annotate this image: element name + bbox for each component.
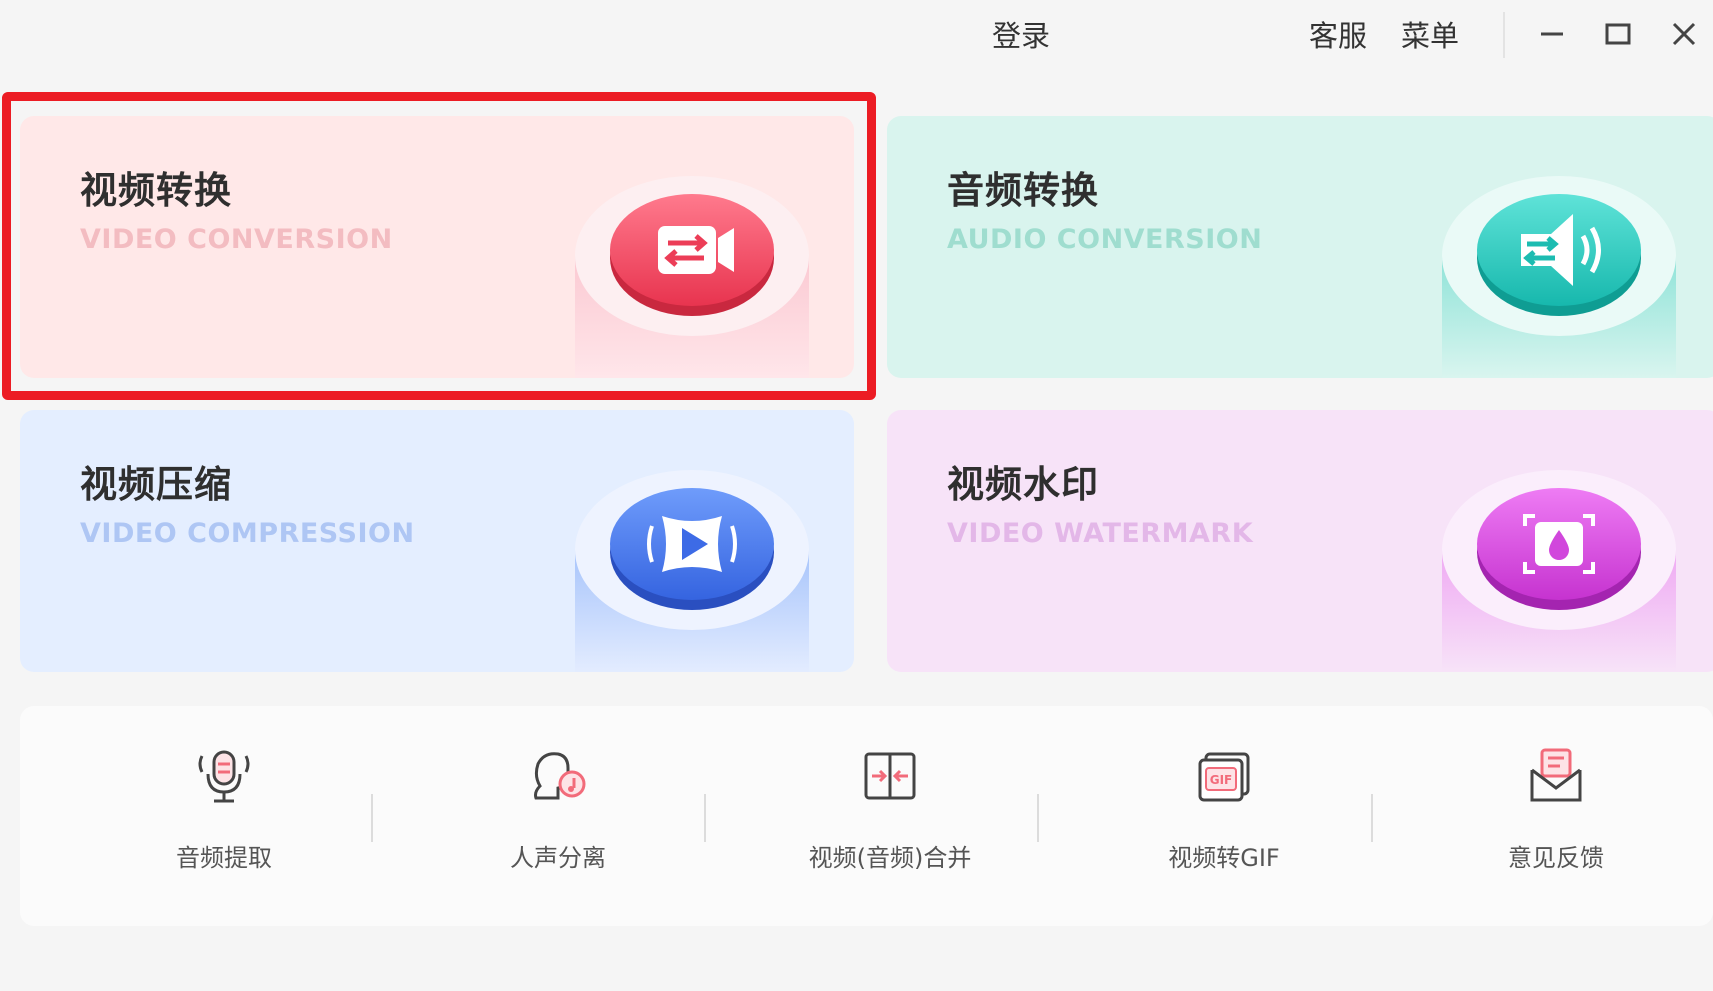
card-title: 视频转换	[80, 169, 232, 212]
video-conversion-card[interactable]: 视频转换 VIDEO CONVERSION	[20, 116, 854, 378]
minimize-button[interactable]	[1528, 14, 1576, 54]
gif-icon: GIF	[1198, 752, 1250, 802]
audio-convert-icon	[1442, 176, 1676, 378]
tool-label: 视频转GIF	[1168, 844, 1280, 872]
video-watermark-icon	[1442, 470, 1676, 672]
card-subtitle: VIDEO COMPRESSION	[80, 518, 415, 549]
tool-label: 音频提取	[176, 844, 272, 872]
tool-video-to-gif[interactable]: GIF 视频转GIF	[1124, 746, 1324, 886]
maximize-button[interactable]	[1594, 14, 1642, 54]
tool-feedback[interactable]: 意见反馈	[1456, 746, 1656, 886]
svg-text:GIF: GIF	[1210, 773, 1233, 787]
tool-separator	[371, 794, 373, 842]
title-bar: 登录 客服 菜单	[0, 0, 1713, 82]
tool-label: 人声分离	[510, 844, 606, 872]
voice-separation-icon	[534, 752, 586, 800]
tool-separator	[1037, 794, 1039, 842]
tool-label: 视频(音频)合并	[808, 844, 972, 872]
tool-separator	[1371, 794, 1373, 842]
tool-voice-separation[interactable]: 人声分离	[458, 746, 658, 886]
close-icon	[1672, 22, 1696, 46]
audio-conversion-card[interactable]: 音频转换 AUDIO CONVERSION	[887, 116, 1713, 378]
tool-label: 意见反馈	[1508, 844, 1604, 872]
card-title: 视频压缩	[80, 463, 232, 506]
card-subtitle: VIDEO WATERMARK	[947, 518, 1254, 549]
video-compress-icon	[575, 470, 809, 672]
tool-audio-extract[interactable]: 音频提取	[124, 746, 324, 886]
tools-panel: 音频提取 人声分离 视频(音频)合并 GIF 视频转GIF 意见反馈	[20, 706, 1713, 926]
card-subtitle: VIDEO CONVERSION	[80, 224, 393, 255]
merge-icon	[864, 752, 916, 800]
close-button[interactable]	[1660, 14, 1708, 54]
maximize-icon	[1605, 23, 1631, 45]
video-watermark-card[interactable]: 视频水印 VIDEO WATERMARK	[887, 410, 1713, 672]
video-compression-card[interactable]: 视频压缩 VIDEO COMPRESSION	[20, 410, 854, 672]
feedback-mail-icon	[1530, 748, 1582, 802]
customer-service-link[interactable]: 客服	[1309, 16, 1367, 56]
title-bar-divider	[1503, 12, 1505, 58]
card-title: 视频水印	[947, 463, 1099, 506]
card-subtitle: AUDIO CONVERSION	[947, 224, 1263, 255]
card-title: 音频转换	[947, 169, 1099, 212]
app-window: 登录 客服 菜单 视频转换 VIDEO CONVERSION 音频转换 AUDI…	[0, 0, 1713, 991]
minimize-icon	[1541, 32, 1563, 36]
login-link[interactable]: 登录	[992, 16, 1050, 56]
video-convert-icon	[575, 176, 809, 378]
microphone-icon	[198, 750, 250, 803]
tool-separator	[704, 794, 706, 842]
tool-video-merge[interactable]: 视频(音频)合并	[790, 746, 990, 886]
menu-link[interactable]: 菜单	[1401, 16, 1459, 56]
